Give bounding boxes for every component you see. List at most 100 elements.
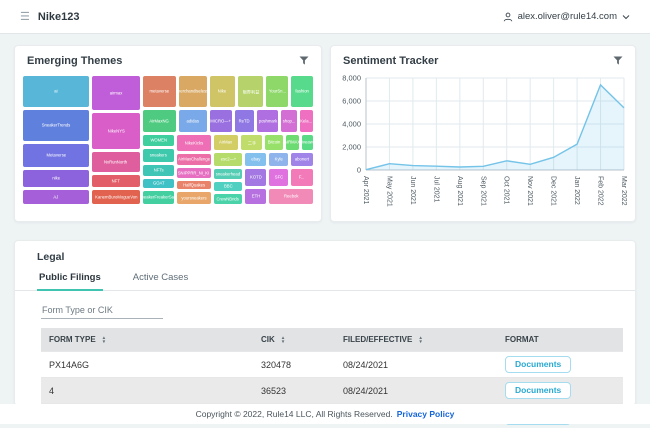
treemap-tile[interactable]: 二手	[241, 135, 262, 150]
treemap-tile[interactable]: NFT	[92, 175, 140, 187]
table-header-format: FORMAT	[497, 328, 623, 352]
treemap-tile[interactable]: Kyle	[269, 153, 288, 166]
svg-text:Jul 2021: Jul 2021	[432, 176, 439, 203]
table-cell-format: Documents	[497, 378, 623, 404]
treemap-tile[interactable]: SneakerFreakerSam	[143, 191, 174, 204]
person-icon	[503, 12, 513, 22]
table-row: 43652308/24/2021Documents	[41, 378, 623, 404]
treemap-tile[interactable]: F...	[291, 169, 313, 186]
sort-icon[interactable]: ▲▼	[281, 336, 286, 343]
treemap-tile[interactable]: SNIPPRR_NI_KI	[177, 168, 211, 178]
table-header-filed-effective[interactable]: FILED/EFFECTIVE▲▼	[335, 328, 497, 352]
treemap-tile[interactable]: esc2—+	[214, 153, 242, 166]
treemap-tile[interactable]: fashion	[291, 76, 313, 107]
user-email: alex.oliver@rule14.com	[518, 11, 617, 22]
table-row: PX14A6G32047808/24/2021Documents	[41, 352, 623, 378]
svg-text:Jan 2022: Jan 2022	[573, 176, 580, 205]
treemap-tile[interactable]: nike	[23, 170, 89, 187]
documents-button[interactable]: Documents	[505, 356, 571, 373]
treemap-tile[interactable]: adidas	[179, 110, 207, 132]
treemap-tile[interactable]: ETH	[245, 189, 266, 204]
treemap-tile[interactable]: SneakerTrends	[23, 110, 89, 141]
treemap-tile[interactable]: sneakerhead	[214, 169, 242, 179]
svg-text:4,000: 4,000	[342, 120, 361, 129]
svg-text:0: 0	[357, 166, 361, 175]
copyright-text: Copyright © 2022, Rule14 LLC, All Rights…	[196, 409, 393, 419]
treemap-tile[interactable]: GOAT	[143, 179, 174, 188]
table-filter-row	[15, 291, 635, 326]
svg-text:Oct 2021: Oct 2021	[503, 176, 510, 205]
treemap-tile[interactable]: HalfQuakes	[177, 181, 211, 189]
treemap-tile[interactable]: 限界利益	[238, 76, 263, 107]
table-header-form-type[interactable]: FORM TYPE▲▼	[41, 328, 253, 352]
treemap: aiSneakerTrendsMetaversenikeAJairmaxNike…	[23, 76, 315, 206]
filter-icon[interactable]	[299, 56, 309, 66]
menu-icon[interactable]: ☰	[20, 10, 30, 23]
treemap-tile[interactable]: AirMax	[214, 135, 238, 150]
documents-button[interactable]: Documents	[505, 382, 571, 399]
treemap-tile[interactable]: Kela...	[300, 110, 313, 132]
user-menu[interactable]: alex.oliver@rule14.com	[503, 11, 630, 22]
filter-icon[interactable]	[613, 56, 623, 66]
sort-icon[interactable]: ▲▼	[418, 336, 423, 343]
treemap-tile[interactable]: ebay	[245, 153, 266, 166]
treemap-tile[interactable]: sneakers	[143, 149, 174, 162]
tab-active-cases[interactable]: Active Cases	[131, 266, 190, 291]
svg-text:May 2021: May 2021	[385, 176, 392, 207]
treemap-tile[interactable]: AirMaxChallenge	[177, 154, 211, 165]
brand-title: Nike123	[38, 11, 80, 23]
emerging-themes-title: Emerging Themes	[27, 55, 122, 67]
tab-public-filings[interactable]: Public Filings	[37, 266, 103, 291]
treemap-tile[interactable]: Metaverse	[23, 144, 89, 167]
treemap-tile[interactable]: AIRMAX	[286, 135, 299, 150]
table-header-cik[interactable]: CIK▲▼	[253, 328, 335, 352]
sentiment-chart: 02,0004,0006,0008,000Apr 2021May 2021Jun…	[336, 72, 632, 225]
treemap-tile[interactable]: merchandiseless	[179, 76, 207, 107]
sort-icon[interactable]: ▲▼	[102, 336, 107, 343]
treemap-tile[interactable]: AJ	[23, 190, 89, 204]
svg-text:Sep 2021: Sep 2021	[479, 176, 486, 206]
form-type-cik-input[interactable]	[41, 302, 163, 319]
svg-text:8,000: 8,000	[342, 74, 361, 83]
legal-card: Legal Public Filings Active Cases FORM T…	[14, 240, 636, 406]
treemap-tile[interactable]: NFTs	[143, 165, 174, 176]
treemap-tile[interactable]: poshmark	[257, 110, 278, 132]
treemap-tile[interactable]: ReTD	[235, 110, 254, 132]
svg-text:Feb 2022: Feb 2022	[597, 176, 604, 206]
treemap-tile[interactable]: Bitcoin	[265, 135, 283, 150]
legal-tabs: Public Filings Active Cases	[15, 266, 635, 291]
treemap-tile[interactable]: shop...	[281, 110, 297, 132]
treemap-tile[interactable]: CrewNBrids	[214, 194, 242, 204]
privacy-policy-link[interactable]: Privacy Policy	[397, 409, 455, 419]
treemap-tile[interactable]: MICRO—+	[210, 110, 232, 132]
treemap-tile[interactable]: yoursneakers	[177, 192, 211, 204]
legal-title: Legal	[15, 241, 635, 266]
treemap-tile[interactable]: AirMaxNG	[143, 110, 176, 132]
svg-text:6,000: 6,000	[342, 97, 361, 106]
treemap-tile[interactable]: BBC	[214, 182, 242, 191]
treemap-tile[interactable]: KOTD	[245, 169, 266, 186]
svg-text:2,000: 2,000	[342, 143, 361, 152]
treemap-tile[interactable]: ai	[23, 76, 89, 107]
treemap-tile[interactable]: YourSn...	[266, 76, 288, 107]
treemap-tile[interactable]: NikeNYS	[92, 113, 140, 149]
top-bar: ☰ Nike123 alex.oliver@rule14.com	[0, 0, 650, 34]
treemap-tile[interactable]: Reebok	[269, 189, 313, 204]
treemap-tile[interactable]: WOMEN	[143, 135, 174, 146]
treemap-tile[interactable]: NikeKicks	[177, 135, 211, 151]
treemap-tile[interactable]: NxRunNorth	[92, 152, 140, 172]
chevron-down-icon	[622, 14, 630, 20]
dashboard-page: ☰ Nike123 alex.oliver@rule14.com Emergin…	[0, 0, 650, 428]
treemap-tile[interactable]: airmax	[92, 76, 140, 110]
treemap-tile[interactable]: abonert	[291, 153, 313, 166]
table-cell: PX14A6G	[41, 352, 253, 378]
table-cell: 4	[41, 378, 253, 404]
table-cell: 08/24/2021	[335, 352, 497, 378]
treemap-tile[interactable]: KanemBuroMogueVon	[92, 190, 140, 204]
treemap-tile[interactable]: metaverse	[143, 76, 176, 107]
svg-text:Nov 2021: Nov 2021	[526, 176, 533, 206]
table-cell-format: Documents	[497, 352, 623, 378]
treemap-tile[interactable]: Nike	[210, 76, 235, 107]
treemap-tile[interactable]: SFC	[269, 169, 288, 186]
treemap-tile[interactable]: Giveaway	[302, 135, 313, 150]
